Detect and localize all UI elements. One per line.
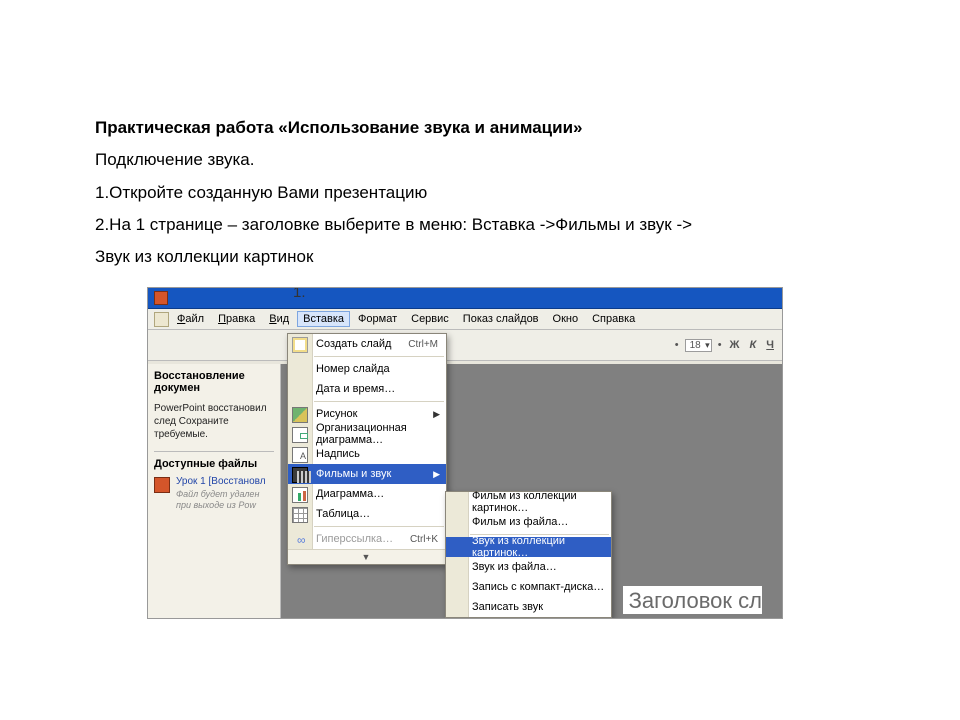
menu-item-slide-number[interactable]: Номер слайда — [288, 359, 446, 379]
menu-help[interactable]: Справка — [586, 311, 641, 327]
menu-item-movies-sound[interactable]: Фильмы и звук ▶ — [288, 464, 446, 484]
task-pane-note: PowerPoint восстановил след Сохраните тр… — [154, 402, 274, 441]
menu-item-hyperlink: Гиперссылка… Ctrl+K — [288, 529, 446, 549]
menu-view[interactable]: Вид — [263, 311, 295, 327]
menu-tools[interactable]: Сервис — [405, 311, 455, 327]
underline-button[interactable]: Ч — [764, 339, 776, 351]
menu-item-date-time[interactable]: Дата и время… — [288, 379, 446, 399]
doc-heading: Практическая работа «Использование звука… — [95, 112, 865, 144]
menu-item-picture[interactable]: Рисунок ▶ — [288, 404, 446, 424]
menu-format[interactable]: Формат — [352, 311, 403, 327]
chart-icon — [292, 487, 308, 503]
menu-item-chart[interactable]: Диаграмма… — [288, 484, 446, 504]
recovered-file-name: Урок 1 [Восстановл — [176, 476, 274, 487]
menu-expand-chevron[interactable]: ▼ — [288, 549, 446, 564]
submenu-movie-from-file[interactable]: Фильм из файла… — [446, 512, 611, 532]
menu-item-new-slide[interactable]: Создать слайд Ctrl+M — [288, 334, 446, 354]
submenu-sound-from-file[interactable]: Звук из файла… — [446, 557, 611, 577]
org-chart-icon — [292, 427, 308, 443]
menu-slideshow[interactable]: Показ слайдов — [457, 311, 545, 327]
doc-line: Подключение звука. — [95, 144, 865, 176]
submenu-sound-from-gallery[interactable]: Звук из коллекции картинок… — [446, 537, 611, 557]
screenshot-powerpoint: 1. Файл Правка Вид Вставка Формат Сервис… — [148, 288, 782, 618]
menu-bar[interactable]: Файл Правка Вид Вставка Формат Сервис По… — [148, 309, 782, 330]
document-text: Практическая работа «Использование звука… — [95, 112, 865, 273]
font-size-combo[interactable]: 18 — [685, 339, 712, 352]
submenu-cd-audio[interactable]: Запись с компакт-диска… — [446, 577, 611, 597]
menu-item-textbox[interactable]: Надпись — [288, 444, 446, 464]
task-pane-title: Восстановление докумен — [154, 370, 274, 394]
chevron-right-icon: ▶ — [433, 409, 440, 420]
control-box-icon[interactable] — [154, 312, 169, 327]
film-icon — [292, 467, 308, 483]
task-pane: Восстановление докумен PowerPoint восста… — [148, 364, 281, 618]
chevron-right-icon: ▶ — [433, 469, 440, 480]
bold-button[interactable]: Ж — [728, 339, 742, 351]
slide-title-placeholder: Заголовок сл — [623, 586, 762, 614]
doc-line: 1.Откройте созданную Вами презентацию — [95, 177, 865, 209]
doc-line: 2.На 1 странице – заголовке выберите в м… — [95, 209, 865, 241]
insert-menu-dropdown[interactable]: Создать слайд Ctrl+M Номер слайда Дата и… — [287, 333, 447, 565]
window-titlebar — [148, 288, 782, 309]
doc-line: Звук из коллекции картинок — [95, 241, 865, 273]
figure-number: 1. — [293, 288, 306, 301]
submenu-record-sound[interactable]: Записать звук — [446, 597, 611, 617]
submenu-movie-from-gallery[interactable]: Фильм из коллекции картинок… — [446, 492, 611, 512]
recovered-file-note: Файл будет удален при выходе из Pow — [176, 489, 274, 512]
textbox-icon — [292, 447, 308, 463]
recovered-file-item[interactable]: Урок 1 [Восстановл Файл будет удален при… — [154, 476, 274, 512]
menu-window[interactable]: Окно — [547, 311, 585, 327]
italic-button[interactable]: К — [748, 339, 759, 351]
menu-item-org-chart[interactable]: Организационная диаграмма… — [288, 424, 446, 444]
picture-icon — [292, 407, 308, 423]
hyperlink-icon — [292, 532, 306, 546]
menu-edit[interactable]: Правка — [212, 311, 261, 327]
menu-item-table[interactable]: Таблица… — [288, 504, 446, 524]
presentation-icon — [154, 477, 170, 493]
menu-insert[interactable]: Вставка — [297, 311, 350, 327]
table-icon — [292, 507, 308, 523]
new-slide-icon — [292, 337, 308, 353]
app-icon — [154, 291, 168, 305]
menu-file[interactable]: Файл — [171, 311, 210, 327]
toolbar: • 18 • Ж К Ч — [148, 330, 782, 361]
movies-sound-submenu[interactable]: Фильм из коллекции картинок… Фильм из фа… — [445, 491, 612, 618]
task-pane-section: Доступные файлы — [154, 451, 274, 470]
